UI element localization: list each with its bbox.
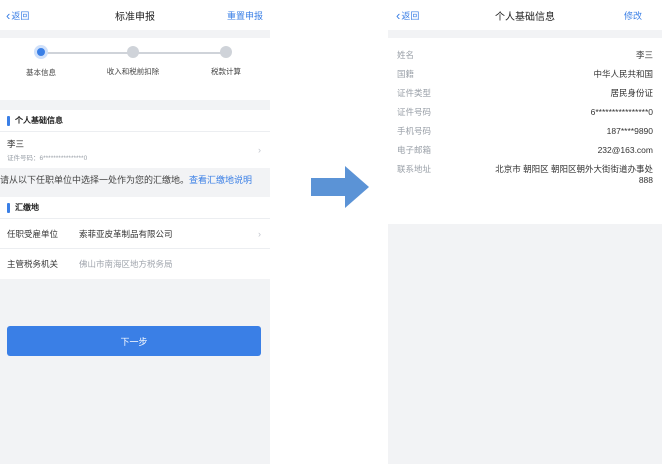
info-value: 187****9890 — [606, 126, 653, 136]
info-row-name: 姓名 李三 — [397, 50, 653, 61]
personal-info-card: 姓名 李三 国籍 中华人民共和国 证件类型 居民身份证 证件号码 6******… — [388, 38, 662, 224]
tax-office-value: 佛山市南海区地方税务局 — [79, 259, 173, 269]
person-row[interactable]: 李三 证件号码：6****************0 › — [0, 132, 270, 168]
personal-info-screen: ‹ 返回 个人基础信息 修改 姓名 李三 国籍 中华人民共和国 证件类型 居民身… — [388, 0, 662, 464]
section-header: 汇缴地 — [0, 197, 270, 219]
section-accent-bar — [7, 115, 10, 126]
employer-value: 索菲亚皮革制品有限公司 — [79, 228, 173, 239]
info-value: 6****************0 — [590, 107, 653, 117]
info-row-id-type: 证件类型 居民身份证 — [397, 88, 653, 99]
employer-label: 任职受雇单位 — [7, 228, 59, 239]
navbar: ‹ 返回 标准申报 重置申报 — [0, 0, 270, 30]
info-row-email: 电子邮箱 232@163.com — [397, 145, 653, 156]
step-income-deductions: 收入和税前扣除 — [88, 46, 178, 77]
chevron-right-icon: › — [258, 145, 261, 155]
section-title: 汇缴地 — [15, 203, 39, 212]
step-label: 税款计算 — [211, 67, 241, 76]
info-value: 李三 — [635, 50, 653, 60]
info-label: 手机号码 — [397, 126, 432, 136]
back-button[interactable]: ‹ 返回 — [6, 0, 29, 30]
remit-explanation-link[interactable]: 查看汇缴地说明 — [189, 175, 252, 185]
section-header: 个人基础信息 — [0, 110, 270, 132]
info-label: 电子邮箱 — [397, 145, 432, 155]
remit-section: 汇缴地 任职受雇单位 索菲亚皮革制品有限公司 › 主管税务机关 佛山市南海区地方… — [0, 197, 270, 279]
section-title: 个人基础信息 — [15, 116, 63, 125]
step-label: 收入和税前扣除 — [106, 67, 160, 76]
person-name: 李三 — [7, 139, 25, 149]
chevron-left-icon: ‹ — [396, 7, 401, 23]
personal-info-section: 个人基础信息 李三 证件号码：6****************0 › — [0, 110, 270, 168]
info-label: 国籍 — [397, 69, 415, 79]
person-id: 证件号码：6****************0 — [7, 155, 88, 162]
reset-declaration-button[interactable]: 重置申报 — [227, 0, 263, 30]
info-row-address: 联系地址 北京市 朝阳区 朝阳区朝外大街街道办事处 888 — [397, 164, 653, 186]
step-tax-calc: 税款计算 — [181, 46, 270, 77]
chevron-right-icon: › — [258, 228, 261, 239]
info-label: 证件号码 — [397, 107, 432, 117]
remit-hint: 请从以下任职单位中选择一处作为您的汇缴地。查看汇缴地说明 — [0, 168, 270, 195]
info-label: 证件类型 — [397, 88, 432, 98]
tax-office-label: 主管税务机关 — [7, 259, 59, 269]
hint-text: 请从以下任职单位中选择一处作为您的汇缴地。 — [0, 175, 190, 185]
arrow-right-icon — [311, 166, 369, 208]
step-dot-active — [34, 45, 48, 59]
page-title: 个人基础信息 — [495, 11, 555, 23]
info-row-nationality: 国籍 中华人民共和国 — [397, 69, 653, 80]
info-row-phone: 手机号码 187****9890 — [397, 126, 653, 137]
info-value: 232@163.com — [597, 145, 653, 155]
edit-button[interactable]: 修改 — [624, 0, 642, 30]
back-label: 返回 — [11, 10, 30, 21]
chevron-left-icon: ‹ — [6, 7, 11, 23]
step-dot — [220, 46, 232, 58]
info-label: 联系地址 — [397, 164, 432, 174]
back-label: 返回 — [401, 10, 420, 21]
standard-declaration-screen: ‹ 返回 标准申报 重置申报 基本信息 收入和税前扣除 税款计算 个人基础信息 … — [0, 0, 270, 464]
info-value: 中华人民共和国 — [593, 69, 653, 79]
progress-steps: 基本信息 收入和税前扣除 税款计算 — [0, 38, 270, 100]
step-dot — [127, 46, 139, 58]
navbar: ‹ 返回 个人基础信息 修改 — [388, 0, 662, 30]
back-button[interactable]: ‹ 返回 — [396, 0, 419, 30]
info-label: 姓名 — [397, 50, 415, 60]
info-value: 居民身份证 — [610, 88, 653, 98]
step-label: 基本信息 — [26, 68, 56, 77]
info-value: 北京市 朝阳区 朝阳区朝外大街街道办事处 888 — [495, 164, 653, 185]
step-basic-info: 基本信息 — [0, 45, 86, 78]
next-step-button[interactable]: 下一步 — [7, 326, 261, 356]
section-accent-bar — [7, 202, 10, 213]
employer-row[interactable]: 任职受雇单位 索菲亚皮革制品有限公司 › — [0, 219, 270, 249]
info-row-id-number: 证件号码 6****************0 — [397, 107, 653, 118]
tax-office-row: 主管税务机关 佛山市南海区地方税务局 — [0, 249, 270, 279]
